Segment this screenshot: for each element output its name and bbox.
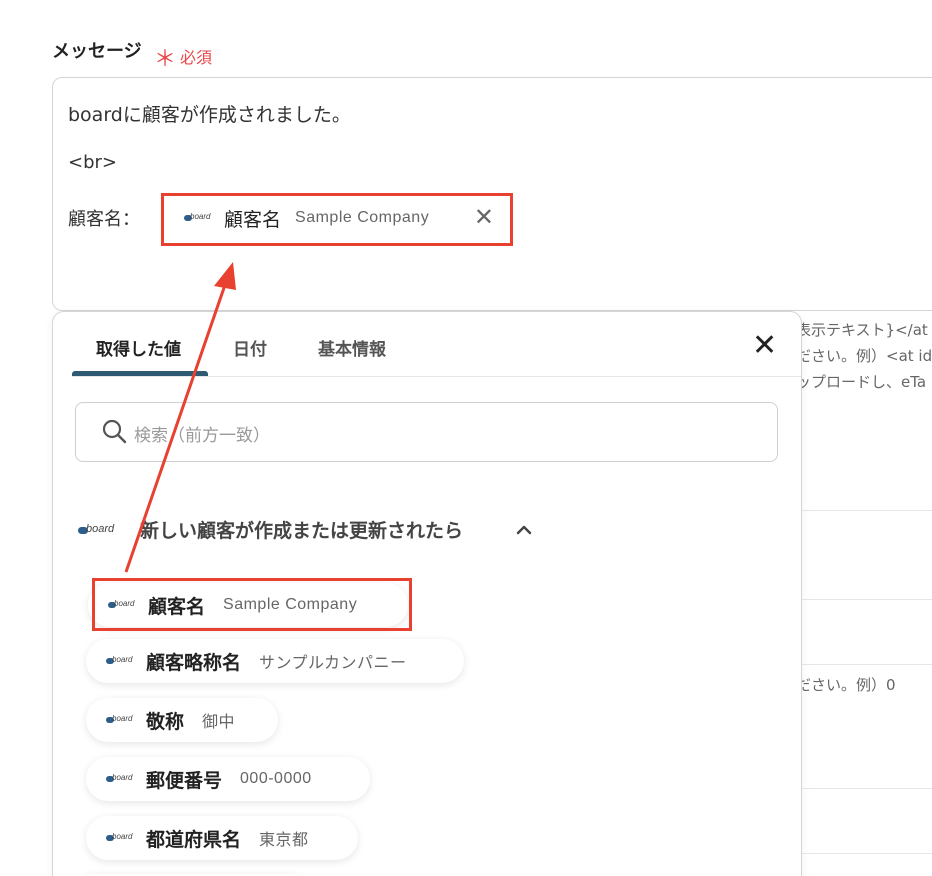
trigger-group-title[interactable]: 新しい顧客が作成または更新されたら xyxy=(140,516,463,543)
chip-name: 敬称 xyxy=(146,710,185,733)
divider xyxy=(802,853,932,854)
background-hint-text: 表示テキスト}</at xyxy=(796,321,928,339)
required-text: 必須 xyxy=(180,48,213,67)
message-line: 顧客名： xyxy=(68,209,140,230)
chip-value: 御中 xyxy=(202,714,236,731)
chip-name: 顧客略称名 xyxy=(146,651,242,674)
chip-name: 都道府県名 xyxy=(146,828,242,851)
value-chip[interactable]: board 顧客略称名 サンプルカンパニー xyxy=(86,639,464,683)
value-chip[interactable]: board 敬称 御中 xyxy=(86,698,278,742)
board-logo-icon: board xyxy=(106,773,136,784)
value-chip[interactable]: board 都道府県名 東京都 xyxy=(86,816,358,860)
search-icon xyxy=(102,419,127,444)
chip-value: 000-0000 xyxy=(240,770,312,787)
field-label: メッセージ xyxy=(52,41,142,62)
background-hint-text: ップロードし、eTa xyxy=(796,373,927,391)
tab-basic-info[interactable]: 基本情報 xyxy=(318,335,386,360)
close-icon[interactable]: ✕ xyxy=(752,331,777,361)
tab-acquired-values[interactable]: 取得した値 xyxy=(96,335,181,360)
message-line: boardに顧客が作成されました。 xyxy=(68,104,351,126)
background-hint-text: ださい。例）0 xyxy=(796,676,896,694)
chip-name: 郵便番号 xyxy=(146,769,223,792)
chip-value: 東京都 xyxy=(259,832,309,849)
board-logo-icon: board xyxy=(78,523,122,537)
board-logo-icon: board xyxy=(106,655,136,666)
highlight-box-inserted xyxy=(161,193,513,246)
value-chip[interactable]: board 郵便番号 000-0000 xyxy=(86,757,370,801)
background-hint-text: ださい。例）<at id= xyxy=(796,347,932,365)
search-placeholder: 検索（前方一致） xyxy=(134,426,270,446)
tab-divider xyxy=(72,376,801,377)
tab-date[interactable]: 日付 xyxy=(233,335,267,360)
message-line: <br> xyxy=(68,152,117,173)
chevron-up-icon[interactable] xyxy=(513,519,535,541)
board-logo-icon: board xyxy=(106,832,136,843)
required-indicator: ＊必須 xyxy=(154,38,213,72)
divider xyxy=(802,788,932,789)
chip-value: サンプルカンパニー xyxy=(259,655,407,672)
divider xyxy=(802,510,932,511)
divider xyxy=(802,599,932,600)
board-logo-icon: board xyxy=(106,714,136,725)
required-star: ＊ xyxy=(154,47,177,72)
highlight-box-source xyxy=(92,578,412,631)
divider xyxy=(802,664,932,665)
